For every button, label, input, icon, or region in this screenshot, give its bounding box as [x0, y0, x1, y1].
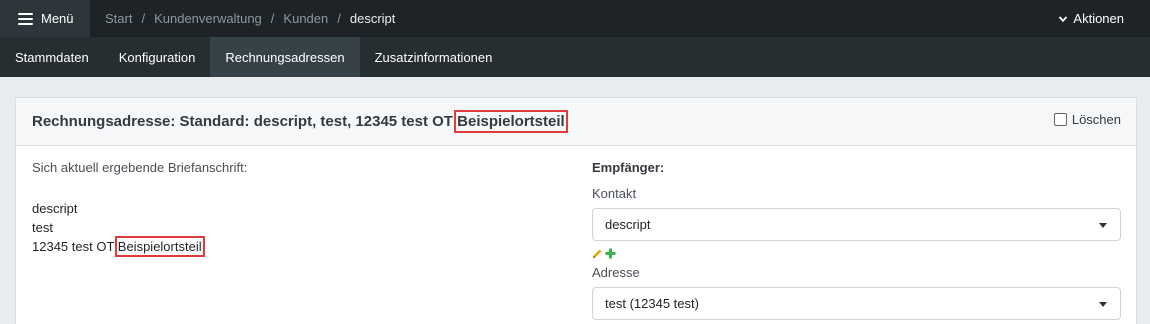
address-line-2: test — [32, 220, 53, 235]
recipient-section: Empfänger: Kontakt descript Adresse test… — [592, 160, 1122, 320]
address-city: 12345 test OT — [32, 239, 115, 254]
tab-rechnungsadressen[interactable]: Rechnungsadressen — [210, 37, 360, 77]
address-block: descript test 12345 test OT Beispielorts… — [32, 199, 572, 257]
delete-toggle[interactable]: Löschen — [1053, 112, 1121, 127]
breadcrumb-separator: / — [337, 11, 341, 26]
address-label: Adresse — [592, 265, 640, 280]
menu-label: Menü — [41, 11, 74, 26]
breadcrumb-kundenverwaltung[interactable]: Kundenverwaltung — [154, 11, 262, 26]
address-select[interactable]: test (12345 test) — [592, 287, 1121, 320]
hamburger-icon — [18, 12, 33, 25]
tab-zusatzinformationen[interactable]: Zusatzinformationen — [360, 37, 508, 77]
plus-icon[interactable] — [605, 248, 616, 259]
breadcrumb: Start / Kundenverwaltung / Kunden / desc… — [105, 11, 395, 26]
contact-label: Kontakt — [592, 186, 637, 201]
breadcrumb-separator: / — [270, 11, 275, 26]
address-line-3: 12345 test OT Beispielortsteil — [32, 236, 572, 257]
breadcrumb-current: descript — [349, 11, 396, 26]
chevron-down-icon — [1059, 15, 1068, 22]
card-title-highlight: Beispielortsteil — [454, 110, 568, 133]
caret-down-icon — [1099, 223, 1107, 228]
letter-preview: Sich aktuell ergebende Briefanschrift: d… — [32, 160, 572, 257]
breadcrumb-separator: / — [141, 11, 146, 26]
menu-button[interactable]: Menü — [0, 0, 90, 37]
delete-label: Löschen — [1071, 112, 1121, 127]
top-bar: Menü Start / Kundenverwaltung / Kunden /… — [0, 0, 1150, 37]
tab-konfiguration[interactable]: Konfiguration — [104, 37, 211, 77]
tab-bar: Stammdaten Konfiguration Rechnungsadress… — [0, 37, 1150, 77]
card-title-prefix: Rechnungsadresse: Standard: descript, te… — [32, 113, 453, 130]
card-title: Rechnungsadresse: Standard: descript, te… — [32, 110, 568, 133]
address-line-1: descript — [32, 201, 78, 216]
contact-actions — [592, 247, 1122, 259]
breadcrumb-start[interactable]: Start — [105, 11, 132, 26]
contact-select[interactable]: descript — [592, 208, 1121, 241]
card-header: Rechnungsadresse: Standard: descript, te… — [16, 98, 1136, 146]
contact-value: descript — [605, 217, 651, 232]
recipient-title: Empfänger: — [592, 160, 665, 175]
tab-stammdaten[interactable]: Stammdaten — [0, 37, 104, 77]
actions-label: Aktionen — [1073, 11, 1124, 26]
address-value: test (12345 test) — [605, 296, 699, 311]
breadcrumb-kunden[interactable]: Kunden — [283, 11, 328, 26]
caret-down-icon — [1099, 302, 1107, 307]
actions-button[interactable]: Aktionen — [1058, 0, 1124, 37]
billing-address-card: Rechnungsadresse: Standard: descript, te… — [15, 97, 1137, 324]
pencil-icon[interactable] — [592, 248, 603, 259]
address-highlight: Beispielortsteil — [114, 236, 205, 257]
letter-heading: Sich aktuell ergebende Briefanschrift: — [32, 160, 248, 175]
delete-checkbox[interactable] — [1053, 113, 1067, 126]
